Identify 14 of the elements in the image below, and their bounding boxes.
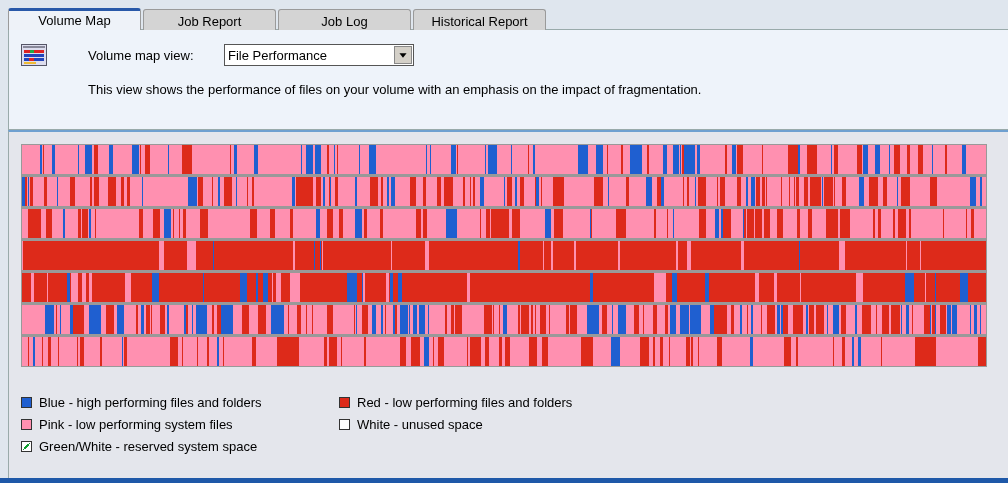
tab[interactable]: Historical Report — [413, 9, 546, 30]
legend-label: Green/White - reserved system space — [39, 439, 258, 454]
legend-swatch — [21, 441, 32, 452]
legend-label: Pink - low performing system files — [39, 417, 233, 432]
legend-label: Red - low performing files and folders — [357, 395, 573, 410]
legend-label: White - unused space — [357, 417, 483, 432]
legend-label: Blue - high performing files and folders — [39, 395, 262, 410]
tab[interactable]: Volume Map — [8, 8, 141, 30]
tab[interactable]: Job Report — [143, 9, 276, 30]
view-label: Volume map view: — [88, 47, 195, 63]
view-description: This view shows the performance of files on your volume with an emphasis on the impact of fragmentation. — [88, 82, 702, 97]
tab[interactable]: Job Log — [278, 9, 411, 30]
volume-map-icon — [21, 44, 47, 66]
view-dropdown[interactable]: File Performance — [224, 44, 414, 66]
